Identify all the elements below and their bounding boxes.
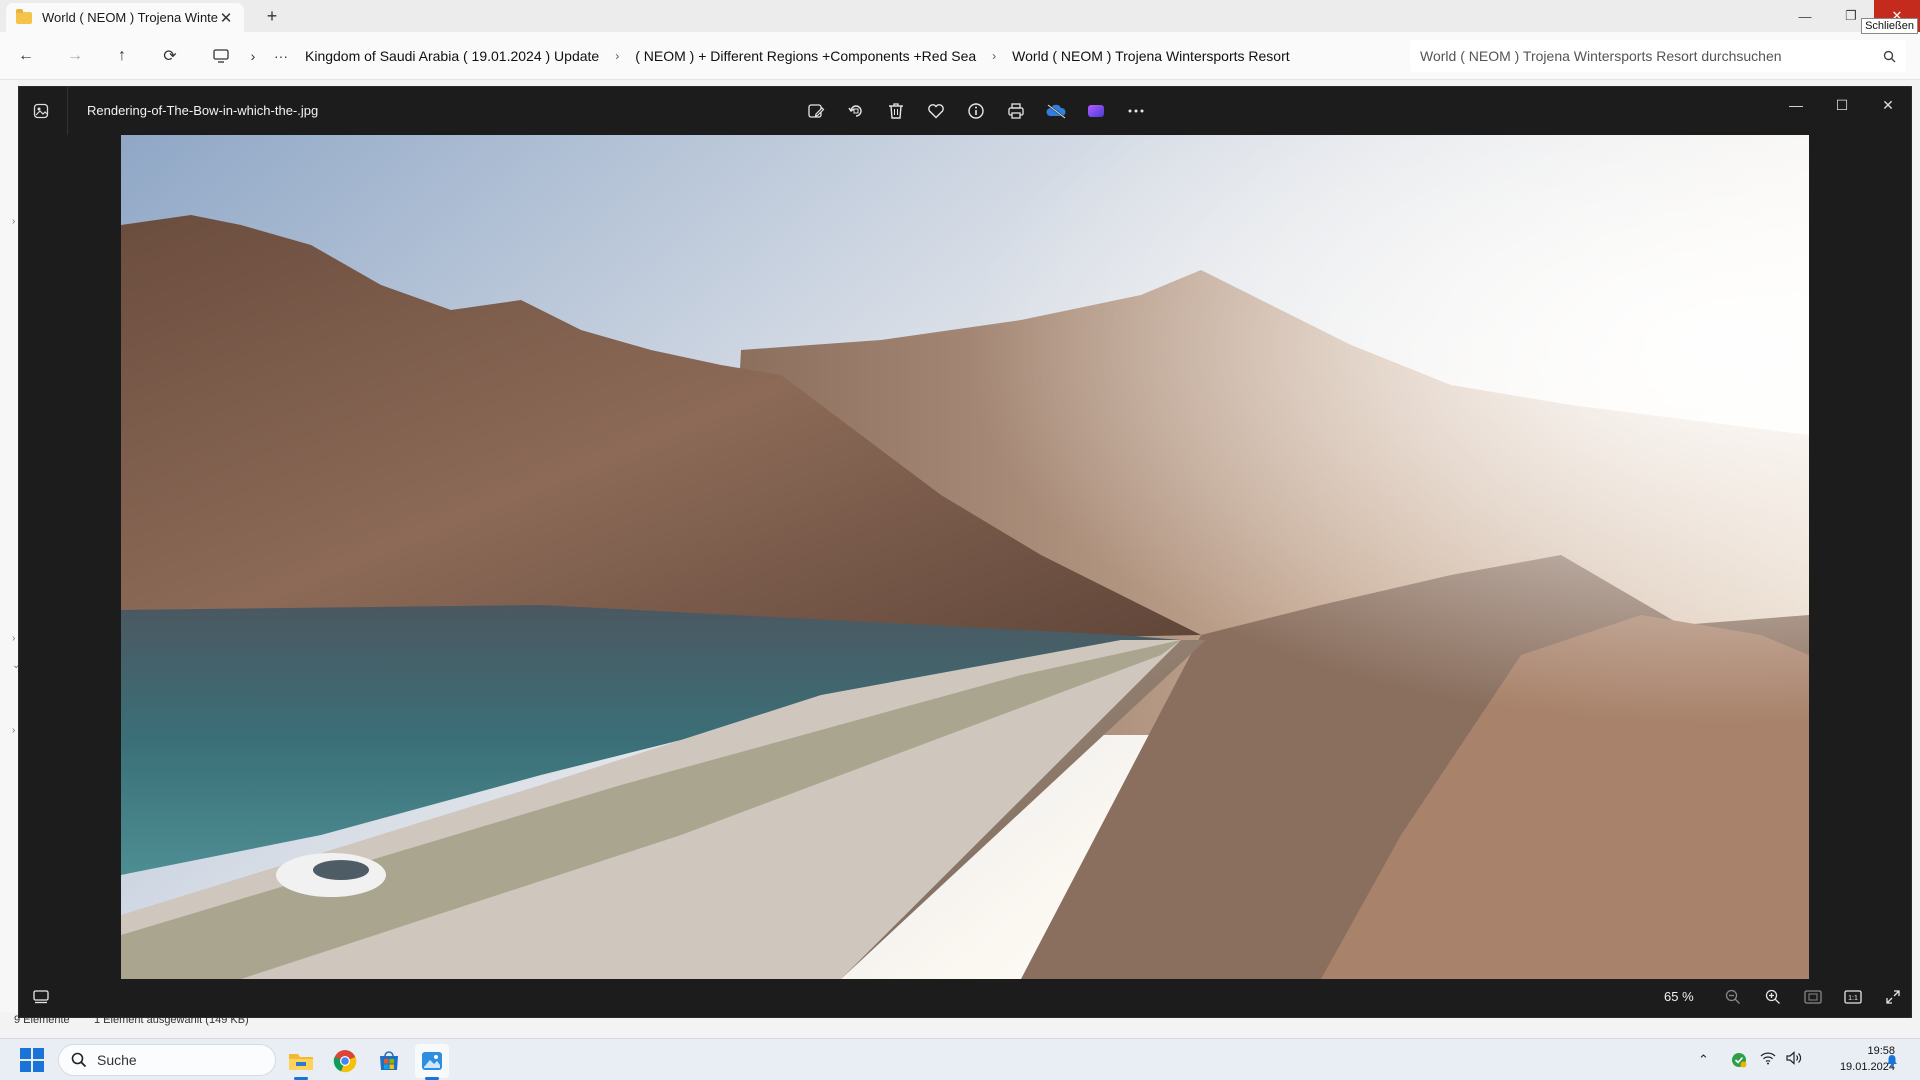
viewer-close-button[interactable]: ✕ [1865,87,1911,123]
photos-app-icon[interactable] [29,99,53,123]
viewer-bottom-bar: 65 % 1:1 [19,977,1911,1017]
chevron-right-icon[interactable]: › [611,49,623,63]
breadcrumb-chevron-icon[interactable]: › [241,44,265,68]
zoom-out-icon[interactable] [1719,983,1747,1011]
breadcrumb: Kingdom of Saudi Arabia ( 19.01.2024 ) U… [293,40,1302,72]
fullscreen-icon[interactable] [1879,983,1907,1011]
up-button[interactable]: ↑ [110,44,134,68]
forward-button[interactable]: → [63,44,87,68]
taskbar-search-input[interactable]: Suche [58,1044,276,1076]
file-explorer-icon[interactable] [284,1044,318,1080]
info-icon[interactable] [962,97,990,125]
clipchamp-icon[interactable] [1082,97,1110,125]
delete-icon[interactable] [882,97,910,125]
breadcrumb-item-current[interactable]: World ( NEOM ) Trojena Wintersports Reso… [1000,48,1301,64]
chrome-icon[interactable] [328,1044,362,1078]
print-icon[interactable] [1002,97,1030,125]
new-tab-button[interactable]: + [262,5,282,27]
onedrive-icon[interactable] [1042,97,1070,125]
tab-close-icon[interactable]: ✕ [218,9,234,27]
store-icon[interactable] [372,1044,406,1078]
more-options-icon[interactable] [1122,97,1150,125]
search-input[interactable]: World ( NEOM ) Trojena Wintersports Reso… [1410,40,1906,72]
favorite-heart-icon[interactable] [922,97,950,125]
windows-taskbar: Suche ⌃ 19:58 19.01.2024 [0,1038,1920,1080]
actual-size-icon[interactable]: 1:1 [1839,983,1867,1011]
chevron-right-icon[interactable]: › [988,49,1000,63]
volume-icon[interactable] [1786,1050,1804,1070]
explorer-tab-bar: World ( NEOM ) Trojena Winte ✕ + — ❐ ✕ S… [0,0,1920,34]
taskbar-clock[interactable]: 19:58 19.01.2024 [1815,1043,1895,1075]
search-icon [71,1052,87,1068]
windows-start-icon[interactable] [20,1048,44,1072]
explorer-nav-bar: ← → ↑ ⟳ › ··· Kingdom of Saudi Arabia ( … [0,32,1920,80]
displayed-photo[interactable] [121,135,1809,979]
wifi-icon[interactable] [1760,1051,1778,1070]
system-tray: ⌃ [1698,1039,1804,1080]
breadcrumb-item[interactable]: ( NEOM ) + Different Regions +Components… [623,48,988,64]
clock-time: 19:58 [1867,1045,1895,1057]
viewer-window-controls: — ☐ ✕ [1773,87,1911,123]
fit-to-window-icon[interactable] [1799,983,1827,1011]
photos-icon[interactable] [415,1044,449,1080]
tray-overflow-chevron-up-icon[interactable]: ⌃ [1698,1052,1716,1068]
edit-image-icon[interactable] [802,97,830,125]
svg-text:1:1: 1:1 [1848,995,1858,1002]
viewer-file-name: Rendering-of-The-Bow-in-which-the-.jpg [87,103,319,118]
viewer-toolbar [802,97,1150,125]
taskbar-search-placeholder: Suche [97,1052,137,1068]
chevron-right-icon[interactable]: › [12,725,15,736]
viewer-maximize-button[interactable]: ☐ [1819,87,1865,123]
chevron-right-icon[interactable]: › [12,633,15,644]
zoom-controls: 1:1 [1719,983,1907,1011]
security-shield-icon[interactable] [1730,1051,1748,1069]
filmstrip-toggle-icon[interactable] [29,985,53,1009]
back-button[interactable]: ← [14,44,38,68]
viewer-title-bar: Rendering-of-The-Bow-in-which-the-.jpg —… [19,87,1911,135]
rotate-icon[interactable] [842,97,870,125]
search-icon [1883,50,1896,62]
zoom-level: 65 % [1664,989,1694,1004]
notification-bell-icon[interactable] [1884,1039,1900,1080]
photos-viewer-window: Rendering-of-The-Bow-in-which-the-.jpg —… [18,86,1912,1018]
refresh-button[interactable]: ⟳ [158,44,182,68]
photo-canvas [121,135,1809,979]
explorer-sidebar: › › ⌄ › [0,80,20,1030]
breadcrumb-more-button[interactable]: ··· [269,44,293,68]
breadcrumb-item[interactable]: Kingdom of Saudi Arabia ( 19.01.2024 ) U… [293,48,611,64]
clock-date: 19.01.2024 [1839,1061,1895,1073]
title-divider [67,87,68,135]
search-placeholder: World ( NEOM ) Trojena Wintersports Reso… [1420,48,1782,64]
zoom-in-icon[interactable] [1759,983,1787,1011]
tab-title: World ( NEOM ) Trojena Winte [42,10,218,25]
explorer-tab[interactable]: World ( NEOM ) Trojena Winte ✕ [6,3,244,32]
viewer-minimize-button[interactable]: — [1773,87,1819,123]
this-pc-icon[interactable] [209,44,233,68]
chevron-right-icon[interactable]: › [12,216,15,227]
folder-icon [16,8,32,24]
minimize-button[interactable]: — [1782,0,1828,32]
close-tooltip: Schließen [1861,18,1918,34]
